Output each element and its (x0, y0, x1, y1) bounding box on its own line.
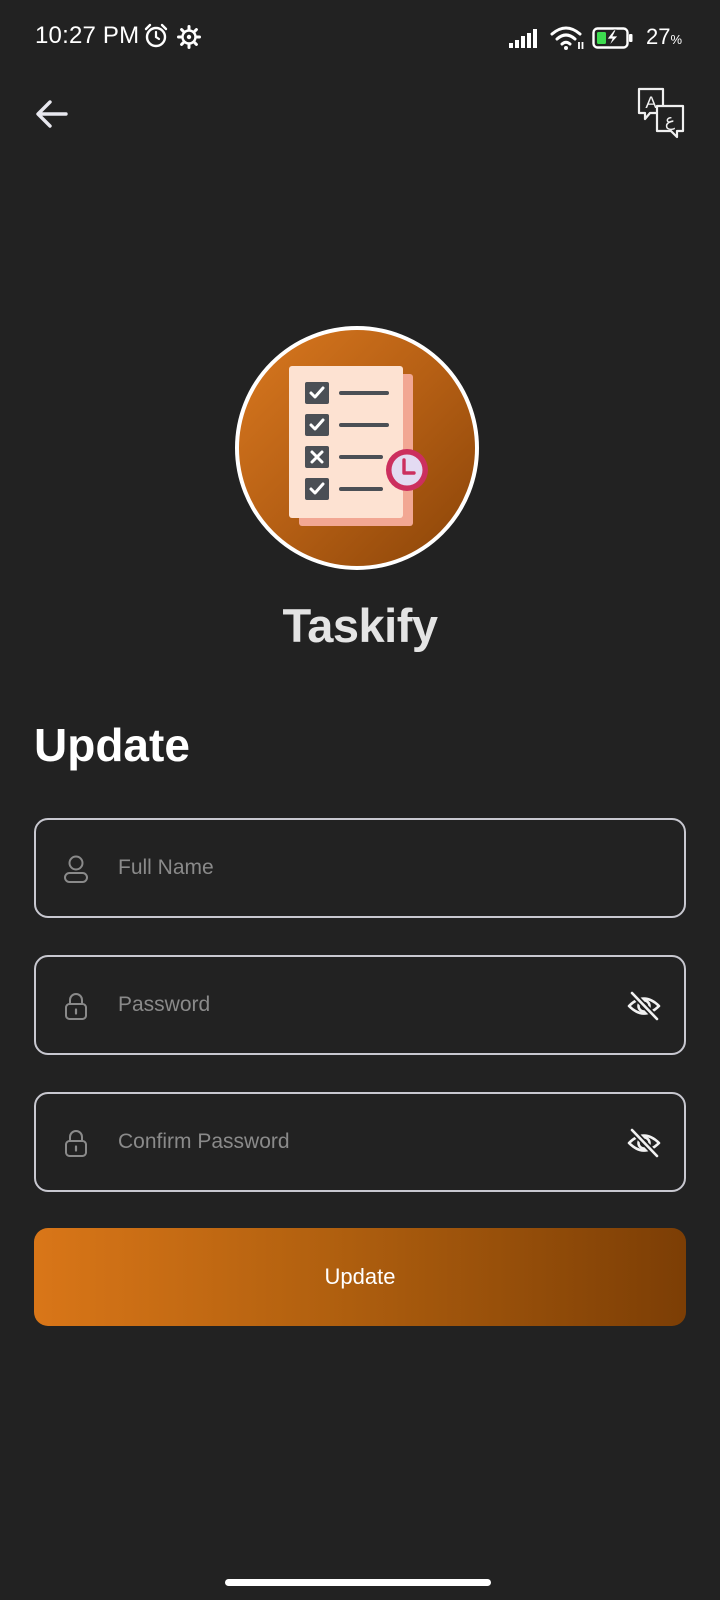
confirm-password-input[interactable] (118, 1120, 588, 1164)
app-name: Taskify (282, 599, 439, 652)
alarm-icon (143, 23, 169, 54)
lock-icon (62, 1128, 90, 1158)
battery-percent-value: 27 (645, 24, 671, 49)
page-title: Update (34, 719, 190, 771)
status-time: 10:27 PM (35, 22, 140, 49)
eye-off-icon (626, 990, 662, 1027)
password-visibility-toggle[interactable] (626, 989, 662, 1023)
password-field[interactable] (34, 955, 686, 1055)
back-button[interactable] (30, 92, 74, 136)
battery-percentage: 27% (646, 24, 682, 50)
translate-glyph-latin: A (645, 93, 657, 112)
battery-percent-unit: % (670, 32, 682, 47)
settings-gear-icon (177, 25, 201, 54)
translate-icon: A ع (636, 87, 688, 144)
update-button[interactable]: Update (34, 1228, 686, 1326)
wifi-icon (550, 25, 586, 56)
signal-icon (509, 28, 543, 55)
translate-glyph-arabic: ع (665, 111, 675, 131)
password-input[interactable] (118, 983, 588, 1027)
user-icon (62, 854, 90, 884)
status-bar: 10:27 PM 27% (0, 0, 720, 76)
language-button[interactable]: A ع (636, 86, 688, 140)
home-indicator[interactable] (225, 1579, 491, 1586)
full-name-field[interactable] (34, 818, 686, 918)
confirm-password-field[interactable] (34, 1092, 686, 1192)
arrow-left-icon (30, 100, 74, 140)
confirm-password-visibility-toggle[interactable] (626, 1126, 662, 1160)
eye-off-icon (626, 1127, 662, 1164)
battery-charging-icon (592, 27, 634, 54)
lock-icon (62, 991, 90, 1021)
app-logo (235, 326, 479, 570)
full-name-input[interactable] (118, 846, 588, 890)
